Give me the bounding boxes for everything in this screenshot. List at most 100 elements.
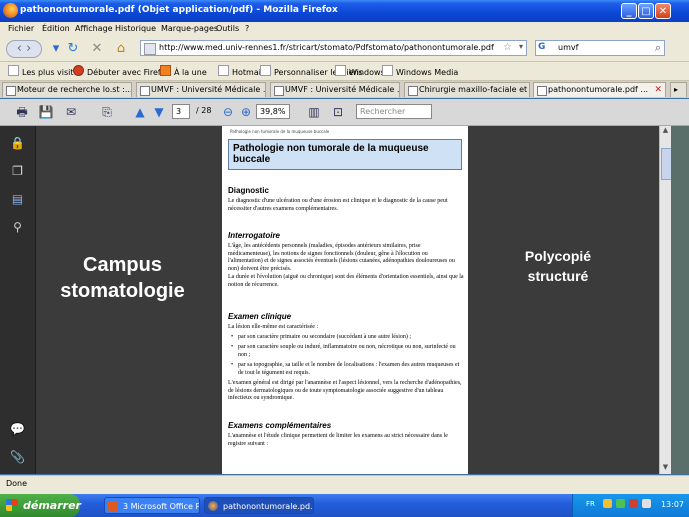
tray-icon[interactable] — [616, 499, 625, 508]
menu-fichier[interactable]: Fichier — [8, 24, 34, 33]
menu-marque-pages[interactable]: Marque-pages — [161, 24, 218, 33]
pdf-favicon-icon — [537, 86, 547, 96]
tab-favicon-icon — [6, 86, 16, 96]
bookmark-getting-started[interactable]: Débuter avec Firefox — [73, 65, 170, 77]
list-item: par sa topographie, sa taille et le nomb… — [231, 362, 464, 377]
page-icon — [260, 65, 271, 76]
window-title: pathonontumorale.pdf (Objet application/… — [20, 5, 338, 15]
stop-icon[interactable]: ✕ — [88, 40, 106, 58]
tab-umvf-2[interactable]: UMVF : Université Médicale ... — [270, 82, 400, 97]
tray-icon[interactable] — [629, 499, 638, 508]
back-arrow-icon[interactable]: ‹ — [17, 41, 22, 56]
url-text[interactable]: http://www.med.univ-rennes1.fr/stricart/… — [159, 43, 494, 52]
bookmark-folder-icon — [8, 65, 19, 76]
language-indicator[interactable]: FR — [586, 500, 595, 508]
bookmark-headlines[interactable]: À la une — [160, 65, 207, 77]
zoom-level-select[interactable]: 39,8% — [256, 104, 290, 119]
tray-icon[interactable] — [642, 499, 651, 508]
pdf-search-input[interactable]: Rechercher — [356, 104, 432, 119]
heading-examen-clinique: Examen clinique — [228, 312, 292, 321]
pdf-page: Pathologie non tumorale de la muqueuse b… — [222, 126, 468, 474]
firefox-icon — [208, 501, 218, 511]
clock: 13:07 — [660, 500, 684, 509]
paragraph-interrogatoire-2: La durée et l'évolution (aiguë ou chroni… — [228, 274, 464, 288]
maximize-button[interactable]: □ — [638, 3, 654, 19]
tab-lost-search[interactable]: Moteur de recherche lo.st :... — [2, 82, 132, 97]
dropdown-arrow-icon[interactable]: ▾ — [48, 40, 64, 58]
save-icon[interactable]: 💾 — [38, 104, 54, 120]
scroll-up-icon[interactable]: ▲ — [660, 126, 671, 137]
menu-bar: Fichier Édition Affichage Historique Mar… — [0, 22, 689, 37]
bookmark-hotmail[interactable]: Hotmail — [218, 65, 263, 77]
tab-favicon-icon — [408, 86, 418, 96]
comments-icon[interactable]: 💬 — [10, 422, 25, 437]
tab-pathonontumorale[interactable]: pathonontumorale.pdf ... ✕ — [533, 82, 666, 97]
page-header: Pathologie non tumorale de la muqueuse b… — [230, 129, 330, 134]
status-text: Done — [6, 479, 28, 488]
bookmarks-panel-icon[interactable]: ▤ — [10, 192, 25, 207]
reload-icon[interactable]: ↻ — [64, 40, 82, 58]
next-page-icon[interactable]: ▼ — [151, 104, 167, 120]
lock-icon[interactable]: 🔒 — [10, 136, 25, 151]
bookmark-star-icon[interactable]: ☆ — [503, 42, 512, 53]
zoom-in-icon[interactable]: ⊕ — [238, 104, 254, 120]
taskbar-item-firefox[interactable]: pathonontumorale.pd... — [204, 497, 314, 514]
window-title-bar[interactable]: pathonontumorale.pdf (Objet application/… — [0, 0, 689, 22]
search-bar[interactable]: G umvf ⌕ — [535, 40, 665, 56]
url-bar[interactable]: http://www.med.univ-rennes1.fr/stricart/… — [140, 40, 527, 56]
taskbar-item-office[interactable]: 3 Microsoft Office P... — [104, 497, 200, 514]
tab-bar: Moteur de recherche lo.st :... UMVF : Un… — [0, 81, 689, 98]
bookmark-most-visited[interactable]: Les plus visités — [8, 65, 83, 77]
menu-help[interactable]: ? — [245, 24, 249, 33]
page-thumbnails-icon[interactable]: ❐ — [10, 164, 25, 179]
list-item: par son caractère souple ou induré, infl… — [231, 344, 464, 359]
search-engine-icon[interactable]: G — [538, 42, 545, 52]
binoculars-icon[interactable]: ⚲ — [10, 220, 25, 235]
tab-umvf-1[interactable]: UMVF : Université Médicale ... — [136, 82, 266, 97]
back-forward-buttons[interactable]: ‹ › — [6, 40, 42, 58]
home-icon[interactable]: ⌂ — [112, 40, 130, 58]
bookmarks-toolbar: Les plus visités Débuter avec Firefox À … — [0, 62, 689, 81]
print-icon[interactable]: 🖶 — [14, 104, 30, 120]
menu-outils[interactable]: Outils — [216, 24, 239, 33]
url-history-dropdown-icon[interactable]: ▾ — [519, 42, 523, 51]
page-number-input[interactable]: 3 — [172, 104, 190, 119]
fit-width-icon[interactable]: ⊡ — [330, 104, 346, 120]
search-input[interactable]: umvf — [558, 43, 578, 52]
forward-arrow-icon[interactable]: › — [26, 41, 31, 56]
search-icon[interactable]: ⌕ — [655, 41, 661, 55]
attachment-icon[interactable]: 📎 — [10, 450, 25, 465]
email-icon[interactable]: ✉ — [63, 104, 79, 120]
tab-list-button[interactable]: ▸ — [670, 82, 687, 97]
tray-icon[interactable] — [603, 499, 612, 508]
start-button[interactable]: démarrer — [0, 494, 81, 517]
close-tab-icon[interactable]: ✕ — [654, 83, 662, 97]
bookmark-windows-media[interactable]: Windows Media — [382, 65, 458, 77]
menu-affichage[interactable]: Affichage — [75, 24, 113, 33]
page-icon — [335, 65, 346, 76]
bookmark-windows[interactable]: Windows — [335, 65, 385, 77]
scroll-down-icon[interactable]: ▼ — [660, 463, 671, 474]
pages-icon[interactable]: ⎘ — [99, 104, 115, 120]
pdf-toolbar: 🖶 💾 ✉ ⎘ ▲ ▼ 3 / 28 ⊖ ⊕ 39,8% ▥ ⊡ Recherc… — [0, 99, 689, 126]
previous-page-icon[interactable]: ▲ — [132, 104, 148, 120]
fit-page-icon[interactable]: ▥ — [306, 104, 322, 120]
tab-favicon-icon — [140, 86, 150, 96]
close-button[interactable]: ✕ — [655, 3, 671, 19]
menu-historique[interactable]: Historique — [115, 24, 156, 33]
desktop-background — [671, 126, 689, 474]
powerpoint-icon — [108, 501, 118, 511]
paragraph-complementaires: L'anamnèse et l'étude clinique permetten… — [228, 433, 448, 447]
windows-logo-icon — [6, 499, 18, 511]
minimize-button[interactable]: _ — [621, 3, 637, 19]
zoom-out-icon[interactable]: ⊖ — [220, 104, 236, 120]
heading-interrogatoire: Interrogatoire — [228, 231, 281, 240]
menu-edition[interactable]: Édition — [42, 24, 70, 33]
page-icon — [218, 65, 229, 76]
heading-examens-complementaires: Examens complémentaires — [228, 421, 332, 430]
heading-diagnostic: Diagnostic — [228, 186, 269, 195]
pdf-sidebar: 🔒 ❐ ▤ ⚲ 💬 📎 — [0, 126, 36, 474]
tab-chirurgie[interactable]: Chirurgie maxillo-faciale et ... — [404, 82, 530, 97]
firefox-logo-icon — [3, 3, 18, 18]
paragraph-examen-outro: L'examen général est dirigé par l'anamnè… — [228, 380, 462, 401]
